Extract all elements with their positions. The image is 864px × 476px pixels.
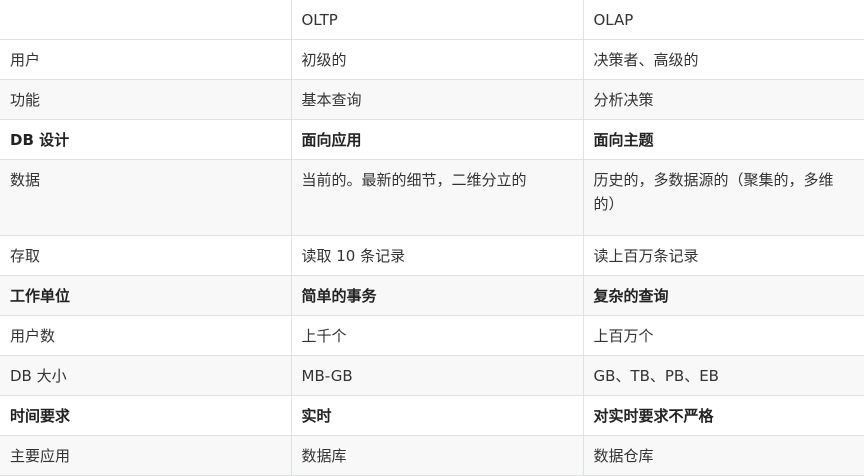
olap-cell: 历史的，多数据源的（聚集的，多维的） [582, 159, 864, 236]
olap-cell: 复杂的查询 [582, 275, 864, 316]
olap-cell: 上百万个 [582, 315, 864, 356]
oltp-cell: 简单的事务 [290, 275, 584, 316]
oltp-olap-comparison-table: OLTP OLAP 用户 初级的 决策者、高级的 功能 基本查询 分析决策 DB… [0, 0, 864, 476]
olap-cell: 对实时要求不严格 [582, 395, 864, 436]
oltp-cell: 面向应用 [290, 119, 584, 160]
table-row: 时间要求 实时 对实时要求不严格 [0, 395, 864, 436]
table-header-row: OLTP OLAP [0, 0, 864, 40]
table-row: 数据 当前的。最新的细节，二维分立的 历史的，多数据源的（聚集的，多维的） [0, 159, 864, 236]
table-row: 用户数 上千个 上百万个 [0, 315, 864, 356]
olap-cell: 分析决策 [582, 79, 864, 120]
oltp-cell: MB-GB [290, 355, 584, 396]
table-row: DB 设计 面向应用 面向主题 [0, 119, 864, 160]
oltp-cell: 基本查询 [290, 79, 584, 120]
table-row: 功能 基本查询 分析决策 [0, 79, 864, 120]
olap-cell: 读上百万条记录 [582, 235, 864, 276]
oltp-cell: 实时 [290, 395, 584, 436]
oltp-cell: 当前的。最新的细节，二维分立的 [290, 159, 584, 236]
table-row: 存取 读取 10 条记录 读上百万条记录 [0, 235, 864, 276]
oltp-cell: 上千个 [290, 315, 584, 356]
row-label: 功能 [0, 79, 292, 120]
row-label: DB 大小 [0, 355, 292, 396]
row-label: 用户 [0, 39, 292, 80]
header-cell-olap: OLAP [582, 0, 864, 40]
row-label: 时间要求 [0, 395, 292, 436]
row-label: 用户数 [0, 315, 292, 356]
oltp-cell: 初级的 [290, 39, 584, 80]
table-row: DB 大小 MB-GB GB、TB、PB、EB [0, 355, 864, 396]
header-cell-empty [0, 0, 292, 40]
oltp-cell: 读取 10 条记录 [290, 235, 584, 276]
row-label: DB 设计 [0, 119, 292, 160]
table-row: 工作单位 简单的事务 复杂的查询 [0, 275, 864, 316]
table-row: 用户 初级的 决策者、高级的 [0, 39, 864, 80]
row-label: 存取 [0, 235, 292, 276]
header-cell-oltp: OLTP [290, 0, 584, 40]
olap-cell: GB、TB、PB、EB [582, 355, 864, 396]
olap-cell: 决策者、高级的 [582, 39, 864, 80]
row-label: 数据 [0, 159, 292, 236]
olap-cell: 面向主题 [582, 119, 864, 160]
row-label: 工作单位 [0, 275, 292, 316]
